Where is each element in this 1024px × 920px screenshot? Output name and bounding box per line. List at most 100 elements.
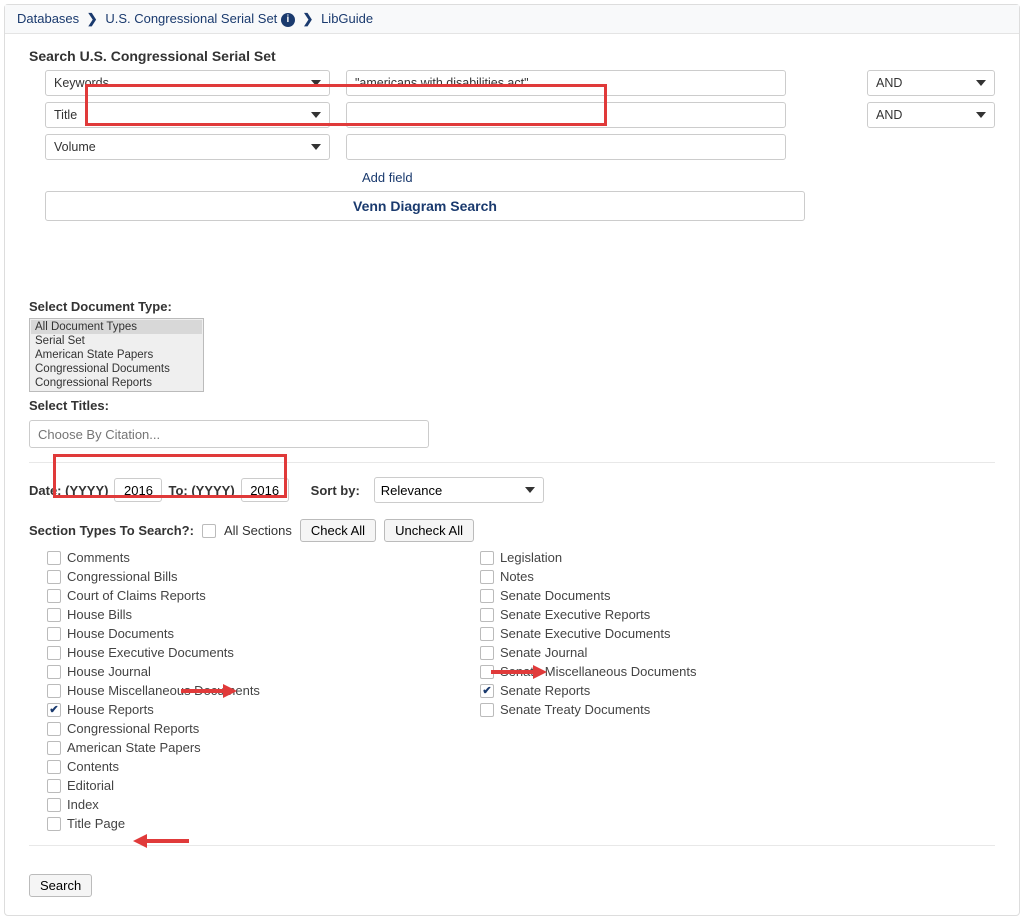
section-checkbox[interactable] bbox=[47, 665, 61, 679]
section-checkbox[interactable] bbox=[480, 570, 494, 584]
section-checkbox[interactable] bbox=[480, 665, 494, 679]
section-checkbox[interactable] bbox=[47, 551, 61, 565]
section-checkbox[interactable] bbox=[47, 589, 61, 603]
section-checkbox-label: House Journal bbox=[67, 664, 151, 679]
section-checkbox-row: Senate Miscellaneous Documents bbox=[480, 664, 697, 679]
section-checkbox-row: Legislation bbox=[480, 550, 697, 565]
section-checkbox-row: Senate Reports bbox=[480, 683, 697, 698]
section-checkbox-row: Senate Journal bbox=[480, 645, 697, 660]
breadcrumb-libguide[interactable]: LibGuide bbox=[321, 11, 373, 26]
doc-type-option[interactable]: Congressional Reports bbox=[31, 376, 202, 390]
check-all-button[interactable]: Check All bbox=[300, 519, 376, 542]
section-checkbox[interactable] bbox=[47, 684, 61, 698]
section-checkbox-label: Senate Executive Documents bbox=[500, 626, 671, 641]
date-from-input[interactable] bbox=[114, 478, 162, 502]
section-checkbox[interactable] bbox=[480, 627, 494, 641]
section-checkbox-row: Notes bbox=[480, 569, 697, 584]
section-checkbox-label: Court of Claims Reports bbox=[67, 588, 206, 603]
venn-diagram-button[interactable]: Venn Diagram Search bbox=[45, 191, 805, 221]
breadcrumb-databases[interactable]: Databases bbox=[17, 11, 79, 26]
section-checkbox[interactable] bbox=[47, 817, 61, 831]
doc-type-list[interactable]: All Document Types Serial Set American S… bbox=[29, 318, 204, 392]
titles-input[interactable] bbox=[29, 420, 429, 448]
operator-select-0[interactable]: AND bbox=[867, 70, 995, 96]
section-checkbox[interactable] bbox=[47, 722, 61, 736]
section-checkbox[interactable] bbox=[480, 551, 494, 565]
search-heading: Search U.S. Congressional Serial Set bbox=[29, 48, 995, 64]
doc-type-option[interactable]: Serial Set bbox=[31, 334, 202, 348]
section-checkbox[interactable] bbox=[47, 798, 61, 812]
section-checkbox-row: Congressional Bills bbox=[47, 569, 260, 584]
section-checkbox-row: Index bbox=[47, 797, 260, 812]
doc-type-option[interactable]: Congressional Documents bbox=[31, 362, 202, 376]
term-input-0[interactable] bbox=[346, 70, 786, 96]
term-input-2[interactable] bbox=[346, 134, 786, 160]
section-checkbox-label: Congressional Reports bbox=[67, 721, 199, 736]
section-checkbox-label: American State Papers bbox=[67, 740, 201, 755]
section-checkbox-label: Congressional Bills bbox=[67, 569, 178, 584]
section-checkbox-row: Senate Treaty Documents bbox=[480, 702, 697, 717]
field-select-1[interactable]: Title bbox=[45, 102, 330, 128]
section-checkbox-row: Senate Executive Documents bbox=[480, 626, 697, 641]
section-checkbox-row: Title Page bbox=[47, 816, 260, 831]
section-checkbox-row: Senate Executive Reports bbox=[480, 607, 697, 622]
section-checkbox-label: Index bbox=[67, 797, 99, 812]
section-checkbox[interactable] bbox=[47, 608, 61, 622]
section-checkbox-label: Legislation bbox=[500, 550, 562, 565]
section-checkbox-row: House Executive Documents bbox=[47, 645, 260, 660]
section-checkbox-label: Senate Executive Reports bbox=[500, 607, 650, 622]
section-checkbox-label: Senate Journal bbox=[500, 645, 587, 660]
operator-select-1[interactable]: AND bbox=[867, 102, 995, 128]
section-checkbox-row: Contents bbox=[47, 759, 260, 774]
section-checkbox[interactable] bbox=[47, 646, 61, 660]
info-icon[interactable]: i bbox=[281, 13, 295, 27]
search-button[interactable]: Search bbox=[29, 874, 92, 897]
term-input-1[interactable] bbox=[346, 102, 786, 128]
section-checkbox-label: House Documents bbox=[67, 626, 174, 641]
section-checkbox-label: House Executive Documents bbox=[67, 645, 234, 660]
section-checkbox-label: Contents bbox=[67, 759, 119, 774]
all-sections-checkbox[interactable] bbox=[202, 524, 216, 538]
section-checkbox[interactable] bbox=[480, 608, 494, 622]
section-checkbox-row: Senate Documents bbox=[480, 588, 697, 603]
date-from-label: Date: (YYYY) bbox=[29, 483, 108, 498]
section-checkbox[interactable] bbox=[47, 760, 61, 774]
doc-type-option[interactable]: American State Papers bbox=[31, 348, 202, 362]
section-checkbox-row: House Bills bbox=[47, 607, 260, 622]
breadcrumb-serial-set[interactable]: U.S. Congressional Serial Set bbox=[105, 11, 277, 26]
section-checkbox[interactable] bbox=[47, 570, 61, 584]
section-checkbox[interactable] bbox=[47, 703, 61, 717]
add-field-link[interactable]: Add field bbox=[362, 170, 413, 185]
section-checkbox-row: Comments bbox=[47, 550, 260, 565]
section-checkbox-label: House Miscellaneous Documents bbox=[67, 683, 260, 698]
section-checkbox[interactable] bbox=[47, 627, 61, 641]
section-checkbox-label: Notes bbox=[500, 569, 534, 584]
section-checkbox-label: Senate Documents bbox=[500, 588, 611, 603]
section-checkbox[interactable] bbox=[480, 684, 494, 698]
section-checkbox[interactable] bbox=[480, 589, 494, 603]
date-to-label: To: (YYYY) bbox=[168, 483, 234, 498]
all-sections-text: All Sections bbox=[224, 523, 292, 538]
section-checkbox[interactable] bbox=[47, 779, 61, 793]
section-checkbox[interactable] bbox=[480, 703, 494, 717]
date-to-input[interactable] bbox=[241, 478, 289, 502]
field-select-0[interactable]: Keywords bbox=[45, 70, 330, 96]
section-checkbox-label: Senate Miscellaneous Documents bbox=[500, 664, 697, 679]
field-select-2[interactable]: Volume bbox=[45, 134, 330, 160]
section-checkbox-row: House Reports bbox=[47, 702, 260, 717]
sort-select[interactable]: Relevance bbox=[374, 477, 544, 503]
section-checkbox-row: Congressional Reports bbox=[47, 721, 260, 736]
sections-label: Section Types To Search?: bbox=[29, 523, 194, 538]
section-checkbox-row: House Journal bbox=[47, 664, 260, 679]
chevron-right-icon: ❯ bbox=[87, 11, 98, 27]
breadcrumb: Databases ❯ U.S. Congressional Serial Se… bbox=[5, 5, 1019, 34]
section-checkbox-label: Editorial bbox=[67, 778, 114, 793]
doc-type-option[interactable]: All Document Types bbox=[31, 320, 202, 334]
uncheck-all-button[interactable]: Uncheck All bbox=[384, 519, 474, 542]
section-checkbox[interactable] bbox=[480, 646, 494, 660]
section-checkbox-label: Senate Treaty Documents bbox=[500, 702, 650, 717]
section-checkbox[interactable] bbox=[47, 741, 61, 755]
section-checkbox-row: American State Papers bbox=[47, 740, 260, 755]
section-checkbox-label: Senate Reports bbox=[500, 683, 590, 698]
section-checkbox-label: House Reports bbox=[67, 702, 154, 717]
